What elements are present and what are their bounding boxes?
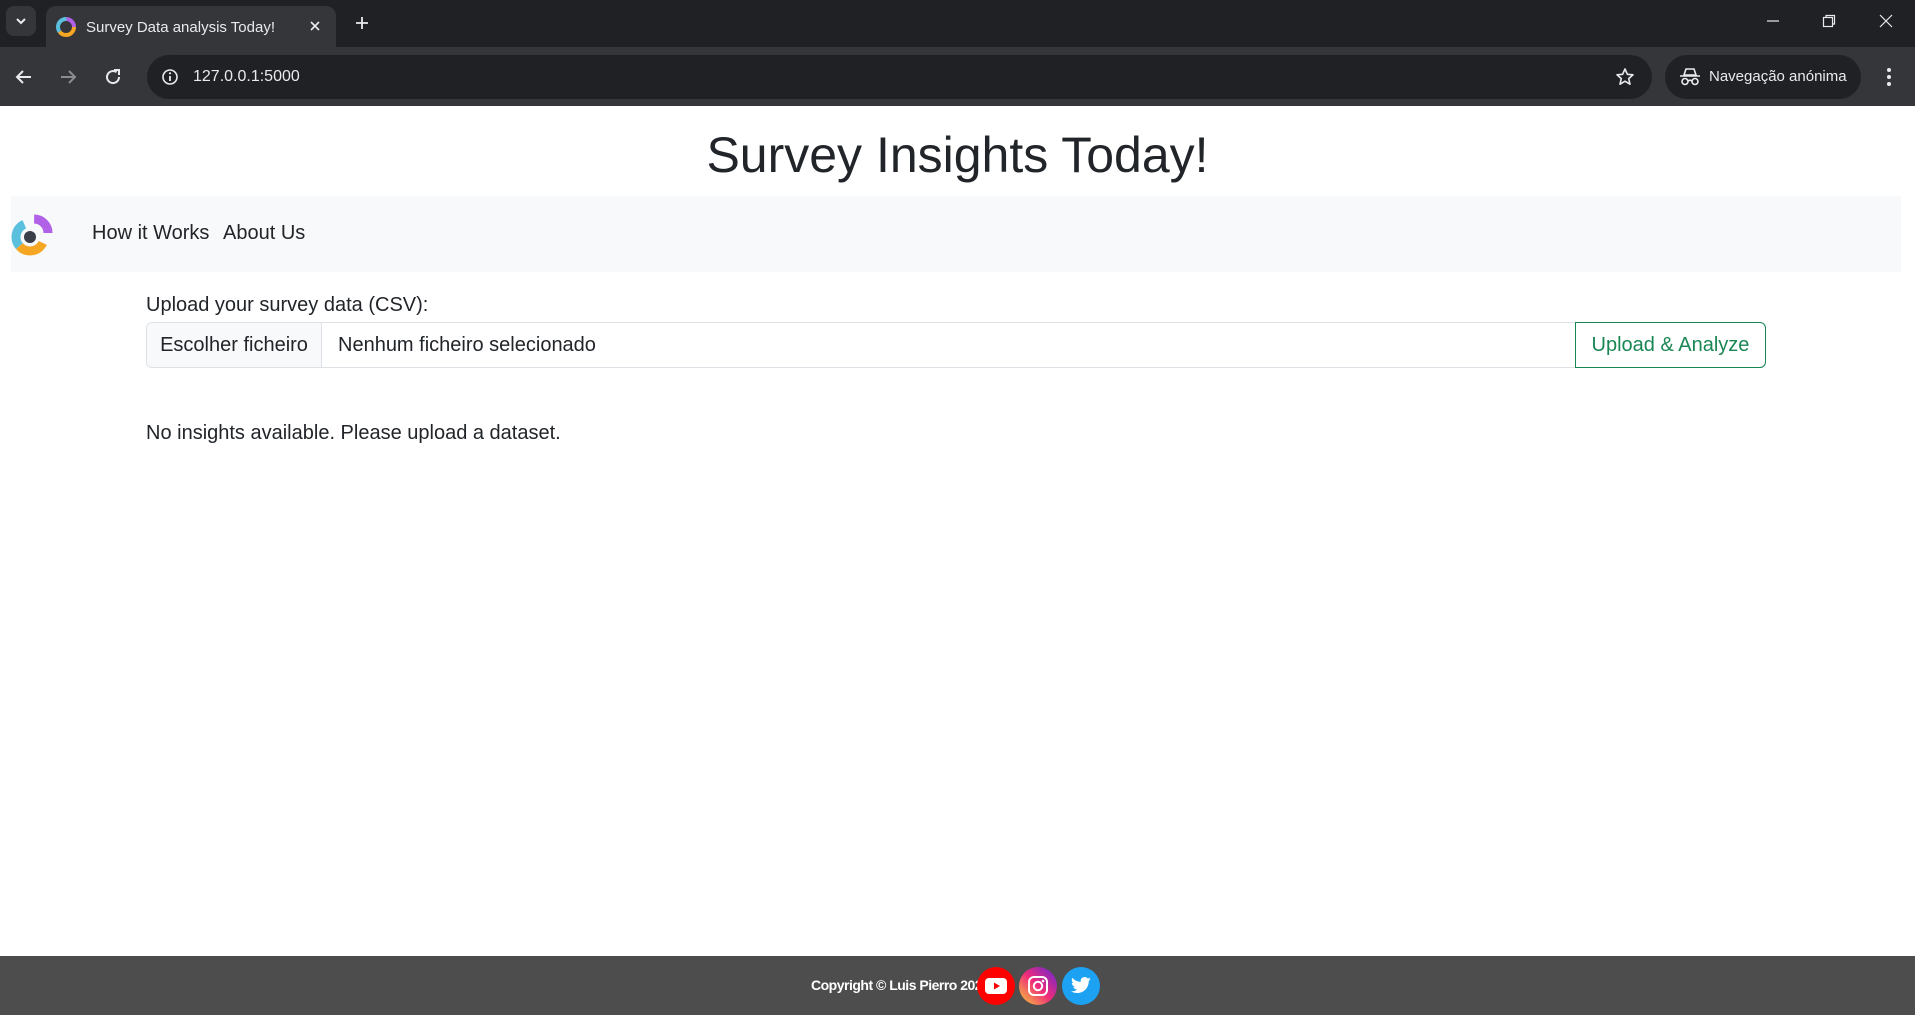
new-tab-button[interactable] [347,8,377,38]
tab-list-button[interactable] [6,6,36,36]
tab-title: Survey Data analysis Today! [86,19,275,36]
forward-button[interactable] [52,61,84,93]
file-input[interactable]: Escolher ficheiro Nenhum ficheiro seleci… [146,322,1576,368]
upload-analyze-button[interactable]: Upload & Analyze [1575,322,1766,368]
restore-button[interactable] [1801,0,1857,42]
browser-toolbar: 127.0.0.1:5000 Navegação anónima [0,47,1915,106]
twitter-link[interactable] [1062,967,1100,1005]
browser-tab[interactable]: Survey Data analysis Today! [46,6,336,47]
url-text[interactable]: 127.0.0.1:5000 [193,68,300,86]
nav-link-how-it-works[interactable]: How it Works [92,222,209,245]
file-status-text: Nenhum ficheiro selecionado [338,334,596,356]
minimize-icon [1767,20,1779,22]
page-title: Survey Insights Today! [706,127,1209,183]
site-info-button[interactable] [157,64,183,90]
close-icon [310,21,320,31]
browser-menu-button[interactable] [1873,61,1905,93]
close-icon [1879,14,1893,28]
close-window-button[interactable] [1858,0,1914,42]
incognito-label: Navegação anónima [1709,68,1847,85]
youtube-icon [985,978,1007,994]
nav-link-about-us[interactable]: About Us [223,222,305,245]
info-icon [162,69,178,85]
reload-button[interactable] [97,61,129,93]
chevron-down-icon [16,18,26,25]
kebab-menu-icon [1887,68,1891,86]
arrow-right-icon [61,70,77,84]
close-tab-button[interactable] [304,15,326,37]
arrow-left-icon [15,70,31,84]
star-icon [1616,68,1634,85]
copyright-text: Copyright © Luis Pierro 2024 [811,977,990,993]
plus-icon [356,17,368,29]
instagram-icon [1028,976,1048,996]
reload-icon [106,69,121,85]
incognito-icon [1680,68,1700,86]
browser-tab-strip: Survey Data analysis Today! [0,0,1915,47]
site-favicon-icon [56,17,76,37]
minimize-button[interactable] [1745,0,1801,42]
footer: Copyright © Luis Pierro 2024 [0,956,1915,1015]
youtube-link[interactable] [977,967,1015,1005]
no-insights-message: No insights available. Please upload a d… [146,422,561,444]
choose-file-button[interactable]: Escolher ficheiro [147,323,322,367]
bookmark-button[interactable] [1612,64,1638,90]
address-bar[interactable]: 127.0.0.1:5000 [147,55,1652,99]
navbar: How it Works About Us [11,196,1901,272]
upload-label: Upload your survey data (CSV): [146,294,429,316]
back-button[interactable] [8,61,40,93]
incognito-indicator[interactable]: Navegação anónima [1665,55,1861,99]
brand-logo-icon[interactable] [11,214,53,256]
web-page: Survey Insights Today! How it Works Abou… [0,106,1915,1015]
instagram-link[interactable] [1019,967,1057,1005]
restore-icon [1822,14,1836,28]
twitter-icon [1071,977,1091,994]
